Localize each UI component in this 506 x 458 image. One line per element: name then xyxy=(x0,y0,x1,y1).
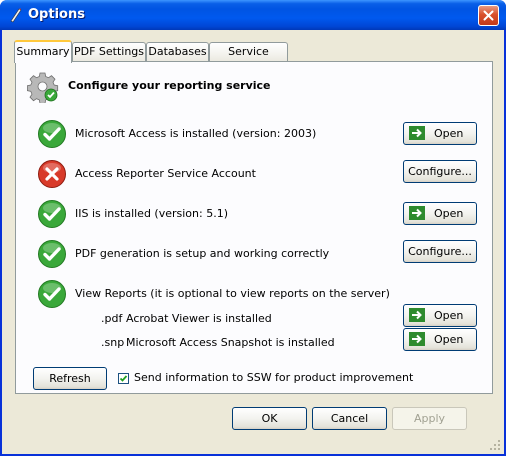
improvement-checkbox-label[interactable]: Send information to SSW for product impr… xyxy=(134,371,413,384)
title-bar[interactable]: Options xyxy=(0,0,506,30)
open-access-button[interactable]: Open xyxy=(403,122,477,145)
summary-panel: Configure your reporting service Microso… xyxy=(15,61,493,394)
settings-gear-icon xyxy=(27,72,59,103)
tab-databases[interactable]: Databases xyxy=(146,42,209,61)
open-pdf-viewer-button[interactable]: Open xyxy=(403,304,477,327)
cancel-button[interactable]: Cancel xyxy=(312,407,387,430)
ok-button[interactable]: OK xyxy=(232,407,307,430)
viewer-label: Acrobat Viewer is installed xyxy=(126,312,272,325)
improvement-checkbox[interactable] xyxy=(118,373,129,384)
arrow-right-icon xyxy=(409,308,425,322)
viewer-label: Microsoft Access Snapshot is installed xyxy=(126,336,335,349)
status-label: PDF generation is setup and working corr… xyxy=(75,247,330,260)
app-icon xyxy=(10,8,22,23)
arrow-right-icon xyxy=(409,126,425,140)
status-label: Microsoft Access is installed (version: … xyxy=(75,127,317,140)
refresh-button[interactable]: Refresh xyxy=(33,367,107,390)
checkmark-icon xyxy=(119,375,128,382)
options-dialog: Options Summary PDF Settings Databases S… xyxy=(0,0,506,456)
error-x-icon xyxy=(38,160,66,188)
close-icon xyxy=(483,10,494,21)
panel-heading: Configure your reporting service xyxy=(68,79,271,92)
success-check-icon xyxy=(38,200,66,228)
status-label: IIS is installed (version: 5.1) xyxy=(75,207,228,220)
tab-pdf-settings[interactable]: PDF Settings xyxy=(72,42,146,61)
status-label: Access Reporter Service Account xyxy=(75,167,256,180)
configure-service-account-button[interactable]: Configure... xyxy=(403,160,477,183)
arrow-right-icon xyxy=(409,332,425,346)
close-button[interactable] xyxy=(478,5,499,26)
tab-summary[interactable]: Summary xyxy=(14,40,72,63)
arrow-right-icon xyxy=(409,206,425,220)
open-snapshot-viewer-button[interactable]: Open xyxy=(403,328,477,351)
status-label: View Reports (it is optional to view rep… xyxy=(75,287,390,300)
tab-service-logon[interactable]: Service Logon xyxy=(209,42,288,76)
success-check-icon xyxy=(38,280,66,308)
viewer-extension: .snp xyxy=(101,336,125,349)
configure-pdf-button[interactable]: Configure... xyxy=(403,240,477,263)
success-check-icon xyxy=(38,120,66,148)
window-title: Options xyxy=(28,7,85,22)
resize-grip-icon[interactable] xyxy=(489,439,501,451)
viewer-extension: .pdf xyxy=(101,312,123,325)
apply-button[interactable]: Apply xyxy=(392,407,467,430)
open-iis-button[interactable]: Open xyxy=(403,202,477,225)
success-check-icon xyxy=(38,240,66,268)
